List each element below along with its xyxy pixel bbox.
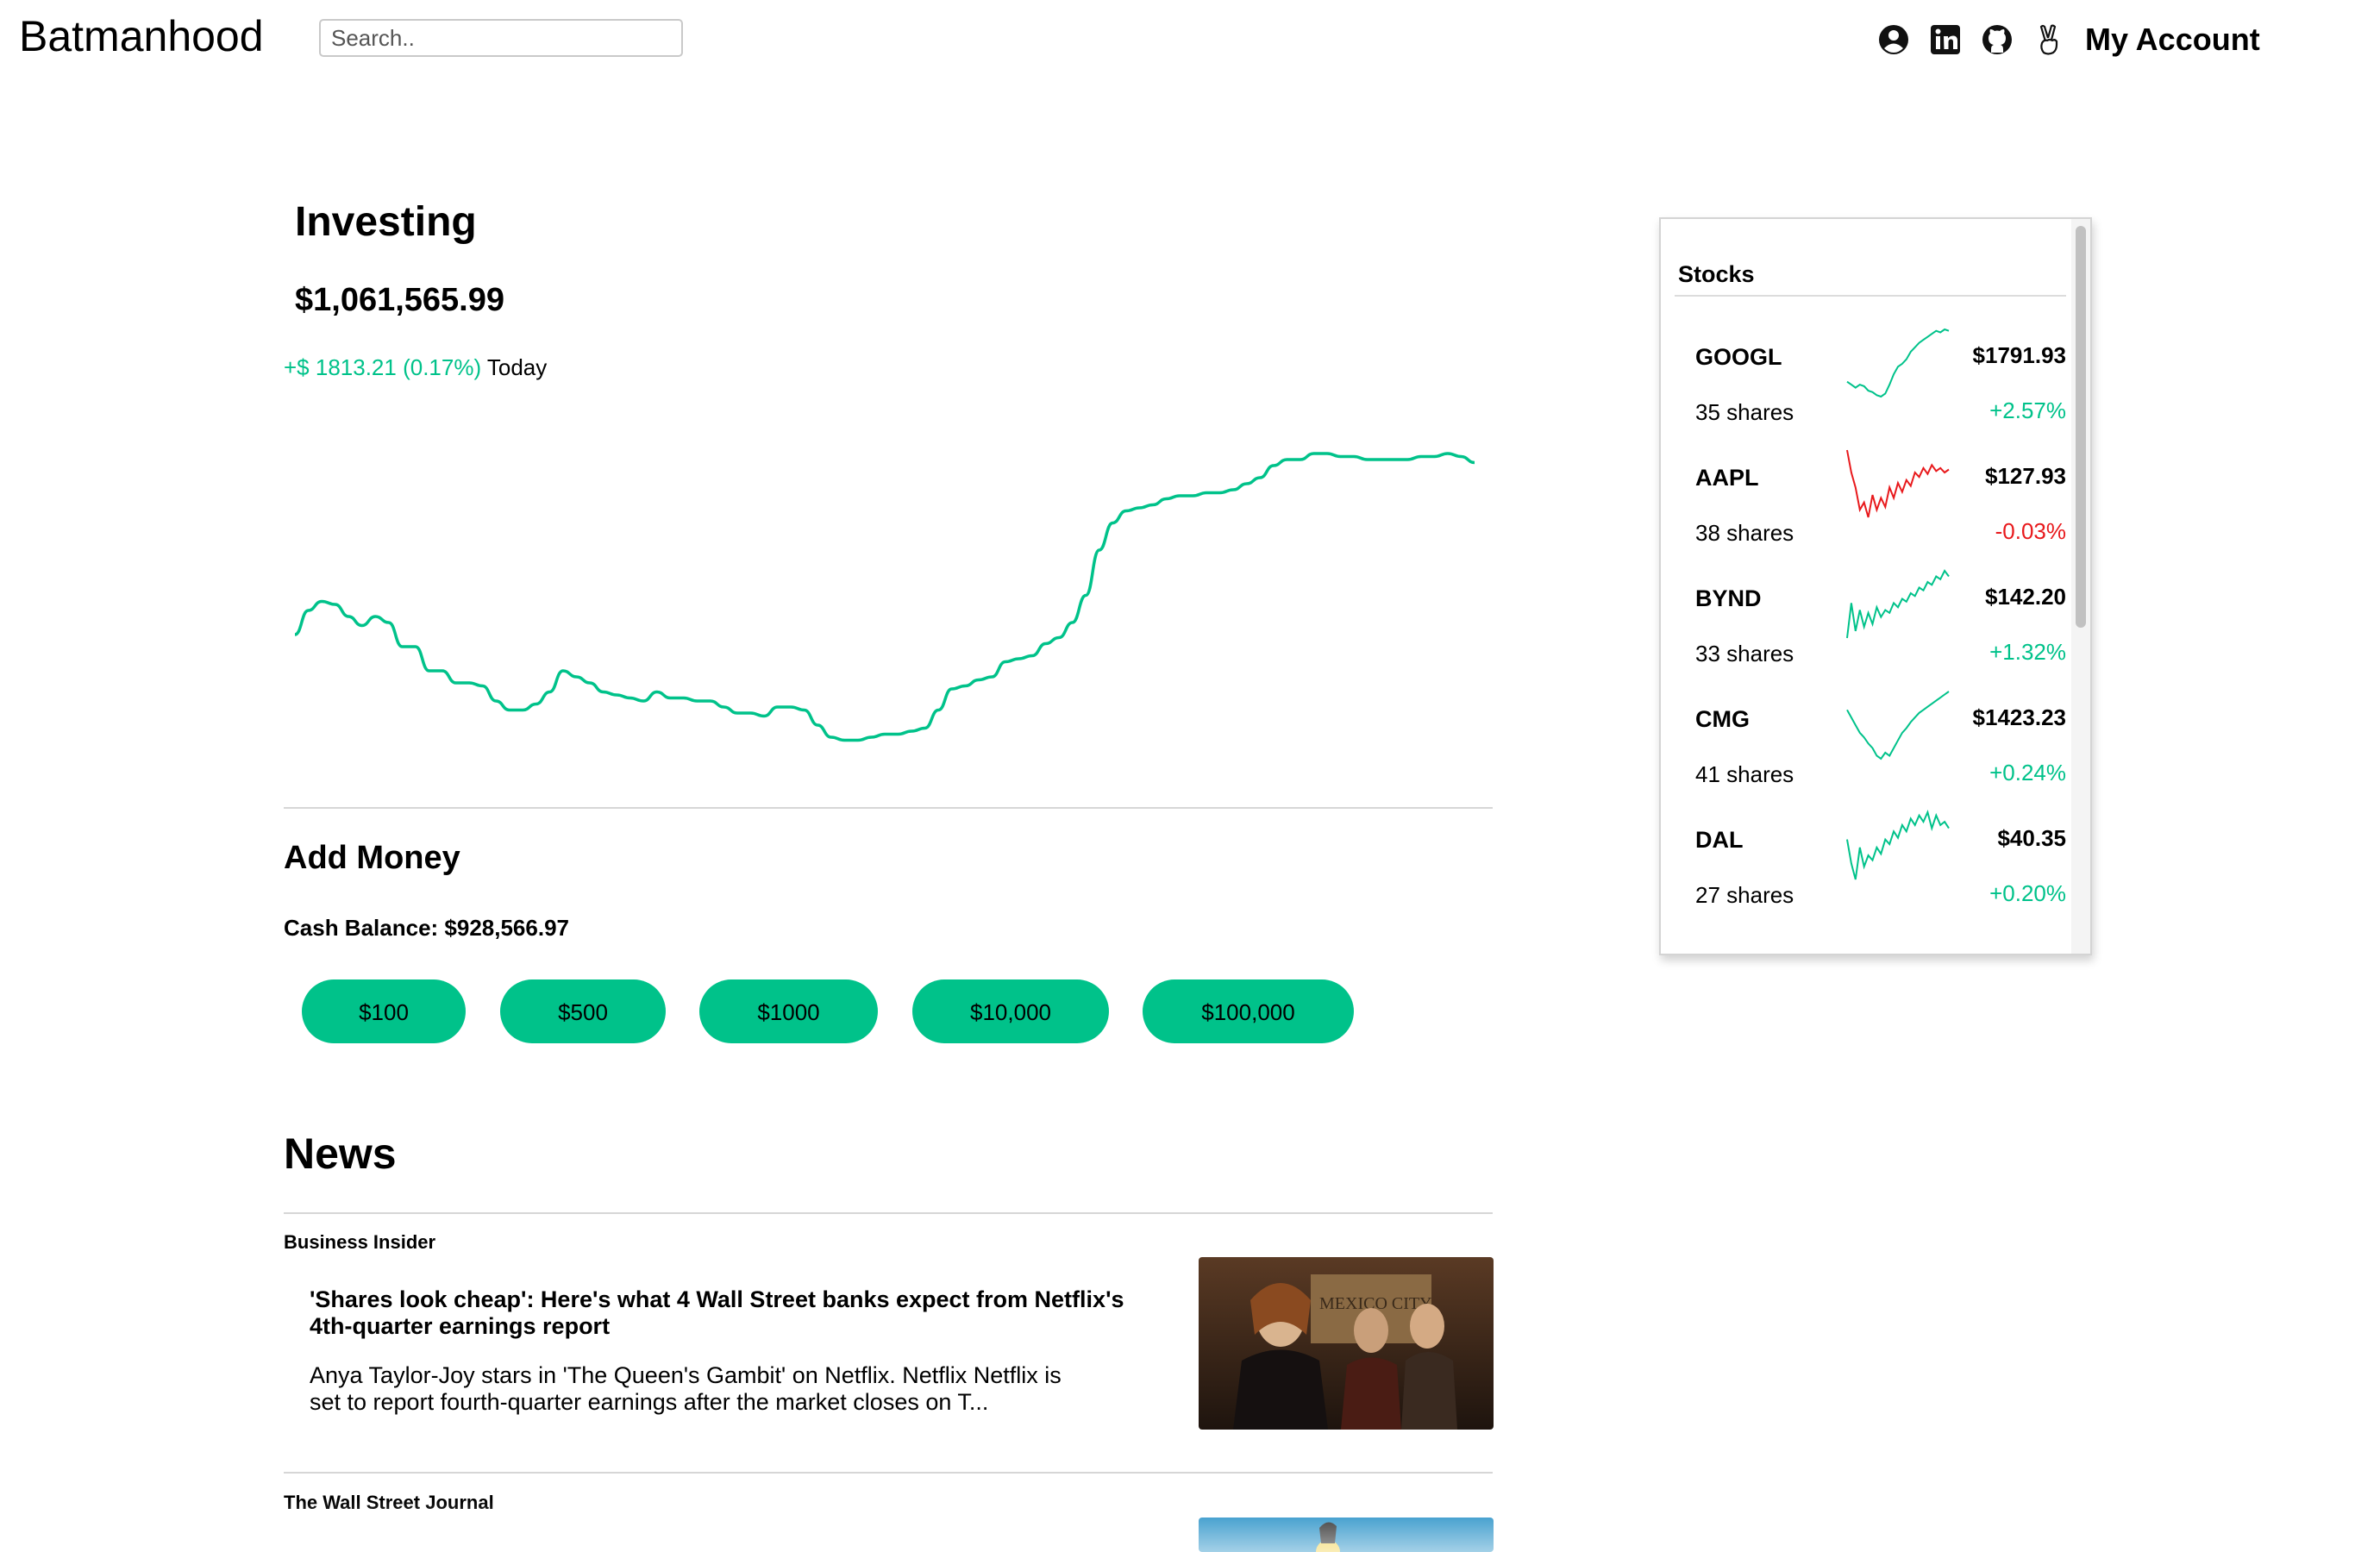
news-thumbnail[interactable]: MEXICO CITY [1199, 1257, 1494, 1430]
stock-price: $1423.23 [1972, 704, 2066, 730]
stock-price: $1791.93 [1972, 342, 2066, 368]
stock-sparkline [1846, 569, 1950, 639]
stock-change: +0.20% [1989, 880, 2066, 906]
section-divider [284, 807, 1493, 809]
stock-row-cmg[interactable]: CMG 41 shares $1423.23 +0.24% [1661, 691, 2066, 824]
portfolio-change: +$ 1813.21 (0.17%) Today [284, 352, 547, 383]
sparkline-path [1846, 691, 1950, 760]
github-icon[interactable] [1980, 22, 2014, 57]
stock-row-dal[interactable]: DAL 27 shares $40.35 +0.20% [1661, 809, 2066, 945]
stock-shares: 38 shares [1695, 520, 1794, 546]
stock-row-bynd[interactable]: BYND 33 shares $142.20 +1.32% [1661, 569, 2066, 704]
stock-symbol: BYND [1695, 585, 1762, 611]
stock-symbol: DAL [1695, 827, 1744, 853]
stock-change: +1.32% [1989, 639, 2066, 665]
user-circle-icon[interactable] [1876, 22, 1911, 57]
portfolio-line [294, 452, 1475, 742]
stocks-scrollbar-thumb[interactable] [2076, 226, 2086, 628]
stock-sparkline [1846, 328, 1950, 398]
stock-change: +2.57% [1989, 397, 2066, 423]
sparkline-path [1846, 449, 1950, 518]
news-divider [284, 1212, 1493, 1214]
portfolio-value: $1,061,565.99 [295, 282, 505, 318]
stock-sparkline [1846, 691, 1950, 760]
add-500-button[interactable]: $500 [500, 979, 666, 1043]
stock-change: +0.24% [1989, 760, 2066, 785]
news-title: News [284, 1130, 397, 1178]
linkedin-icon[interactable] [1928, 22, 1963, 57]
stock-change: -0.03% [1995, 518, 2066, 544]
add-100000-button[interactable]: $100,000 [1143, 979, 1354, 1043]
portfolio-change-period: Today [486, 354, 548, 380]
add-100-button[interactable]: $100 [302, 979, 466, 1043]
add-money-title: Add Money [284, 840, 460, 876]
peace-hand-icon[interactable] [2032, 22, 2066, 57]
search-input[interactable] [319, 19, 683, 57]
stock-sparkline [1846, 809, 1950, 880]
news-summary: Anya Taylor-Joy stars in 'The Queen's Ga… [310, 1362, 1062, 1415]
stock-shares: 33 shares [1695, 641, 1794, 666]
stock-symbol: AAPL [1695, 465, 1759, 491]
investing-title: Investing [295, 199, 477, 245]
my-account-link[interactable]: My Account [2085, 19, 2260, 60]
news-thumbnail[interactable] [1199, 1518, 1494, 1552]
stock-row-googl[interactable]: GOOGL 35 shares $1791.93 +2.57% [1661, 328, 2066, 462]
stock-shares: 27 shares [1695, 882, 1794, 908]
stock-price: $40.35 [1997, 825, 2066, 851]
stock-price: $142.20 [1985, 584, 2066, 610]
stocks-divider [1675, 295, 2066, 297]
cash-balance: Cash Balance: $928,566.97 [284, 915, 569, 941]
stocks-panel[interactable]: Stocks GOOGL 35 shares $1791.93 +2.57% A… [1659, 217, 2092, 955]
news-headline[interactable]: 'Shares look cheap': Here's what 4 Wall … [310, 1286, 1172, 1340]
stock-sparkline [1846, 449, 1950, 518]
stock-price: $127.93 [1985, 463, 2066, 489]
sparkline-path [1846, 569, 1950, 639]
portfolio-chart[interactable] [285, 422, 1492, 798]
stocks-title: Stocks [1678, 261, 1755, 287]
add-1000-button[interactable]: $1000 [699, 979, 878, 1043]
stock-symbol: GOOGL [1695, 344, 1782, 370]
news-source: The Wall Street Journal [284, 1492, 494, 1513]
stock-symbol: CMG [1695, 706, 1750, 732]
sparkline-path [1846, 328, 1950, 398]
stock-shares: 41 shares [1695, 761, 1794, 787]
news-source: Business Insider [284, 1231, 436, 1253]
app-logo[interactable]: Batmanhood [19, 10, 264, 62]
sparkline-path [1846, 809, 1950, 880]
stock-shares: 35 shares [1695, 399, 1794, 425]
portfolio-change-amount: +$ 1813.21 (0.17%) [284, 354, 482, 380]
news-divider [284, 1472, 1493, 1474]
add-10000-button[interactable]: $10,000 [912, 979, 1109, 1043]
stock-row-aapl[interactable]: AAPL 38 shares $127.93 -0.03% [1661, 449, 2066, 583]
